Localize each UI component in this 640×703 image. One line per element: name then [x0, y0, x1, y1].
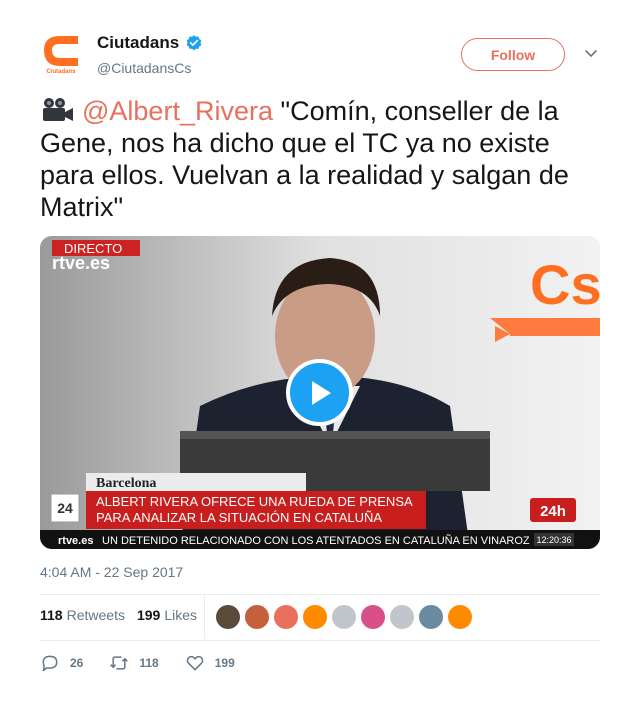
date-box: 24: [57, 500, 73, 516]
likes-stat[interactable]: 199 Likes: [137, 607, 197, 623]
ticker-text: UN DETENIDO RELACIONADO CON LOS ATENTADO…: [102, 534, 530, 547]
reply-icon: [42, 655, 58, 672]
retweet-count: 118: [139, 656, 159, 670]
tweet-timestamp[interactable]: 4:04 AM - 22 Sep 2017: [40, 564, 183, 580]
channel-logo: rtve.es: [52, 253, 110, 273]
mention-link[interactable]: @Albert_Rivera: [82, 96, 273, 126]
tweet-actions: 26 118 199: [40, 653, 261, 673]
divider-bottom: [40, 640, 600, 641]
engagement-stats: 118 Retweets 199 Likes: [40, 607, 197, 623]
divider-top: [40, 594, 600, 595]
heart-icon: [186, 655, 204, 671]
liker-avatar-1[interactable]: [216, 605, 240, 629]
display-name-text[interactable]: Ciutadans: [97, 33, 179, 53]
headline-line-1: ALBERT RIVERA OFRECE UNA RUEDA DE PRENSA: [96, 494, 413, 509]
reply-button[interactable]: 26: [40, 653, 83, 673]
liker-avatar-3[interactable]: [274, 605, 298, 629]
liker-avatar-5[interactable]: [332, 605, 356, 629]
avatar-subtext: Ciutadans: [46, 69, 76, 75]
chevron-down-icon[interactable]: [584, 48, 598, 60]
channel-badge: 24h: [540, 503, 566, 520]
ticker-time: 12:20:36: [536, 535, 571, 545]
like-button[interactable]: 199: [185, 653, 235, 673]
video-camera-icon: [43, 98, 73, 121]
play-icon: [311, 380, 331, 405]
follow-button[interactable]: Follow: [461, 38, 565, 71]
location-caption: Barcelona: [96, 476, 156, 491]
headline-line-2: PARA ANALIZAR LA SITUACIÓN EN CATALUÑA: [96, 510, 382, 525]
liker-avatar-9[interactable]: [448, 605, 472, 629]
avatar-text: Cs: [56, 44, 72, 58]
reply-count: 26: [70, 656, 84, 670]
display-name[interactable]: Ciutadans: [97, 33, 203, 53]
retweet-icon: [110, 656, 129, 670]
liker-avatars: [216, 605, 472, 629]
play-button[interactable]: [286, 359, 353, 426]
retweets-stat[interactable]: 118 Retweets: [40, 607, 125, 623]
liker-avatar-6[interactable]: [361, 605, 385, 629]
account-avatar[interactable]: Cs Ciutadans: [38, 30, 84, 76]
account-handle[interactable]: @CiutadansCs: [97, 60, 203, 76]
retweet-button[interactable]: 118: [109, 653, 159, 673]
retweets-count: 118: [40, 607, 63, 623]
verified-badge-icon: [186, 35, 202, 51]
likes-label: Likes: [164, 607, 197, 623]
liker-avatar-8[interactable]: [419, 605, 443, 629]
liker-avatar-4[interactable]: [303, 605, 327, 629]
liker-avatar-2[interactable]: [245, 605, 269, 629]
tweet-text: @Albert_Rivera "Comín, conseller de la G…: [40, 95, 605, 223]
like-count: 199: [214, 656, 235, 670]
retweets-label: Retweets: [66, 607, 125, 623]
ticker-logo: rtve.es: [58, 535, 93, 547]
video-player[interactable]: Cs DIRECTO rtve.es Barcelona ALBERT RIVE…: [40, 236, 600, 549]
liker-avatar-7[interactable]: [390, 605, 414, 629]
stats-separator: [204, 595, 205, 639]
brand-logo: Cs: [530, 253, 600, 316]
likes-count: 199: [136, 607, 161, 623]
